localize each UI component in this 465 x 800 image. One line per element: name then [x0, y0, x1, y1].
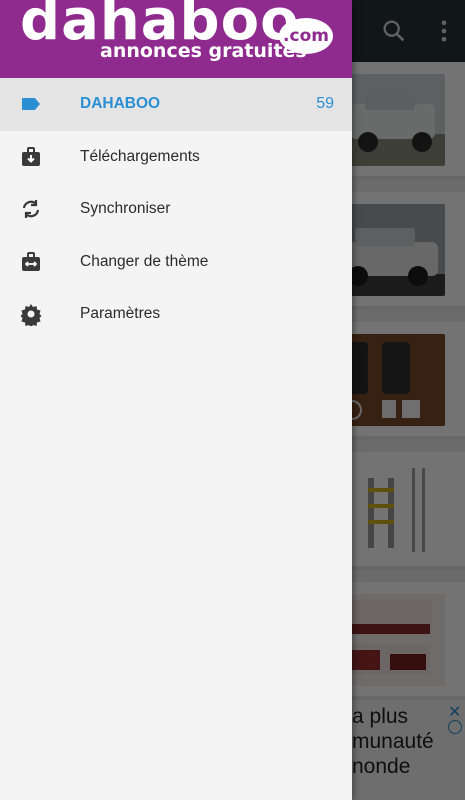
sync-icon: [22, 200, 40, 219]
menu-item-count: 59: [316, 95, 334, 113]
menu-item-downloads[interactable]: Téléchargements: [0, 131, 352, 184]
drawer-header: dahaboo .com annonces gratuites: [0, 0, 352, 78]
menu-item-sync[interactable]: Synchroniser: [0, 183, 352, 236]
swap-theme-icon: [22, 251, 40, 271]
label-icon: [22, 98, 40, 111]
menu-item-settings[interactable]: Paramètres: [0, 288, 352, 341]
menu-item-dahaboo[interactable]: DAHABOO 59: [0, 78, 352, 131]
menu-item-label: Paramètres: [80, 305, 161, 323]
navigation-drawer: dahaboo .com annonces gratuites DAHABOO …: [0, 0, 352, 800]
menu-item-label: Synchroniser: [80, 200, 171, 218]
menu-item-change-theme[interactable]: Changer de thème: [0, 236, 352, 289]
drawer-menu: DAHABOO 59 Téléchargements Synchroniser: [0, 78, 352, 341]
menu-item-label: Changer de thème: [80, 252, 209, 270]
settings-gear-icon: [20, 304, 42, 327]
download-icon: [22, 146, 40, 166]
menu-item-label: Téléchargements: [80, 147, 200, 165]
menu-item-label: DAHABOO: [80, 95, 161, 113]
brand-tagline: annonces gratuites: [100, 40, 307, 62]
